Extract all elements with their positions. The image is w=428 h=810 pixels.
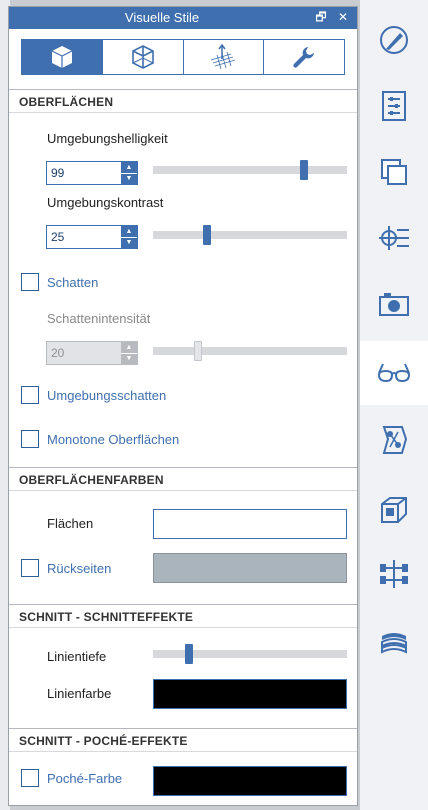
- sidebar-item-section-planes[interactable]: [360, 206, 428, 270]
- panel-titlebar[interactable]: Visuelle Stile 🗗 ✕: [9, 7, 357, 29]
- faces-label: Flächen: [47, 516, 94, 531]
- ambient-brightness-slider-thumb[interactable]: [300, 160, 308, 180]
- poche-color-checkbox[interactable]: [21, 769, 39, 787]
- shadow-intensity-slider-thumb[interactable]: [194, 341, 202, 361]
- line-depth-slider[interactable]: [153, 644, 347, 664]
- section-cut-effects-header: SCHNITT - SCHNITTEFFEKTE: [9, 604, 357, 628]
- ambient-brightness-stepper[interactable]: 99 ▲ ▼: [46, 161, 138, 185]
- tab-edges[interactable]: [103, 40, 184, 74]
- wrench-icon: [293, 47, 315, 68]
- section-surface-colors-header: OBERFLÄCHENFARBEN: [9, 467, 357, 491]
- sidebar-item-layers[interactable]: [360, 140, 428, 204]
- faces-color-swatch[interactable]: [153, 509, 347, 539]
- ambient-occlusion-label[interactable]: Umgebungsschatten: [47, 388, 166, 403]
- cube-icon: [51, 46, 73, 68]
- axes-grid-icon: [211, 43, 236, 70]
- visual-styles-panel: Visuelle Stile 🗗 ✕ OBERFLÄCHEN Umgebungs…: [8, 6, 358, 806]
- poche-color-label[interactable]: Poché-Farbe: [47, 771, 122, 786]
- restore-button[interactable]: 🗗: [313, 9, 329, 25]
- section-poche-effects-header: SCHNITT - POCHÉ-EFFEKTE: [9, 728, 357, 752]
- sidebar-item-styles[interactable]: [360, 608, 428, 672]
- section-surfaces-header: OBERFLÄCHEN: [9, 89, 357, 113]
- ambient-contrast-stepper[interactable]: 25 ▲ ▼: [46, 225, 138, 249]
- layers-icon: [381, 159, 407, 185]
- sidebar-item-outliner[interactable]: [360, 542, 428, 606]
- components-icon: [382, 426, 408, 454]
- wireframe-cube-icon: [131, 45, 154, 69]
- tab-surfaces[interactable]: [22, 40, 103, 74]
- ambient-brightness-slider[interactable]: [153, 160, 347, 180]
- ambient-brightness-down-button[interactable]: ▼: [121, 174, 137, 185]
- backfaces-color-swatch[interactable]: [153, 553, 347, 583]
- close-button[interactable]: ✕: [335, 9, 351, 25]
- monotone-surfaces-checkbox[interactable]: [21, 430, 39, 448]
- line-depth-slider-thumb[interactable]: [185, 644, 193, 664]
- section-surfaces-title: OBERFLÄCHEN: [19, 95, 114, 109]
- shadow-intensity-down-button[interactable]: ▼: [121, 354, 137, 365]
- ambient-contrast-up-button[interactable]: ▲: [121, 226, 137, 238]
- sidebar-item-properties[interactable]: [360, 74, 428, 138]
- properties-list-icon: [382, 91, 406, 121]
- panel-title: Visuelle Stile: [124, 10, 200, 25]
- box-3d-icon: [381, 497, 407, 523]
- line-depth-label: Linientiefe: [47, 649, 107, 664]
- shadow-intensity-up-button[interactable]: ▲: [121, 342, 137, 354]
- ambient-contrast-slider[interactable]: [153, 225, 347, 245]
- right-toolbar: [360, 0, 428, 810]
- shadow-intensity-value[interactable]: 20: [51, 346, 64, 360]
- stacked-sheets-icon: [381, 633, 407, 654]
- sidebar-item-visual-styles[interactable]: [360, 341, 428, 405]
- camera-icon: [379, 293, 409, 316]
- poche-color-swatch[interactable]: [153, 766, 347, 796]
- ambient-contrast-down-button[interactable]: ▼: [121, 238, 137, 249]
- shadow-intensity-slider[interactable]: [153, 341, 347, 361]
- shadows-label[interactable]: Schatten: [47, 275, 98, 290]
- sidebar-item-scenes[interactable]: [360, 272, 428, 336]
- style-tabs: [21, 39, 345, 75]
- ambient-contrast-label: Umgebungskontrast: [47, 195, 164, 210]
- shadow-intensity-stepper[interactable]: 20 ▲ ▼: [46, 341, 138, 365]
- section-surface-colors-title: OBERFLÄCHENFARBEN: [19, 473, 164, 487]
- line-color-swatch[interactable]: [153, 679, 347, 709]
- ambient-brightness-value[interactable]: 99: [51, 166, 64, 180]
- ambient-brightness-label: Umgebungshelligkeit: [47, 131, 168, 146]
- monotone-surfaces-label[interactable]: Monotone Oberflächen: [47, 432, 179, 447]
- backfaces-checkbox[interactable]: [21, 559, 39, 577]
- shadow-intensity-label: Schattenintensität: [47, 311, 151, 326]
- sidebar-item-solid-tools[interactable]: [360, 478, 428, 542]
- brush-icon: [380, 26, 408, 54]
- section-planes-icon: [379, 226, 409, 250]
- ambient-contrast-slider-thumb[interactable]: [203, 225, 211, 245]
- ambient-occlusion-checkbox[interactable]: [21, 386, 39, 404]
- glasses-icon: [377, 363, 411, 383]
- line-color-label: Linienfarbe: [47, 686, 112, 701]
- hierarchy-tree-icon: [380, 560, 408, 588]
- tab-background[interactable]: [184, 40, 265, 74]
- shadows-checkbox[interactable]: [21, 273, 39, 291]
- tab-settings[interactable]: [264, 40, 344, 74]
- ambient-contrast-value[interactable]: 25: [51, 230, 64, 244]
- backfaces-label[interactable]: Rückseiten: [47, 561, 111, 576]
- ambient-brightness-up-button[interactable]: ▲: [121, 162, 137, 174]
- sidebar-item-materials[interactable]: [360, 8, 428, 72]
- section-poche-effects-title: SCHNITT - POCHÉ-EFFEKTE: [19, 734, 188, 748]
- section-cut-effects-title: SCHNITT - SCHNITTEFFEKTE: [19, 610, 194, 624]
- sidebar-item-components[interactable]: [360, 408, 428, 472]
